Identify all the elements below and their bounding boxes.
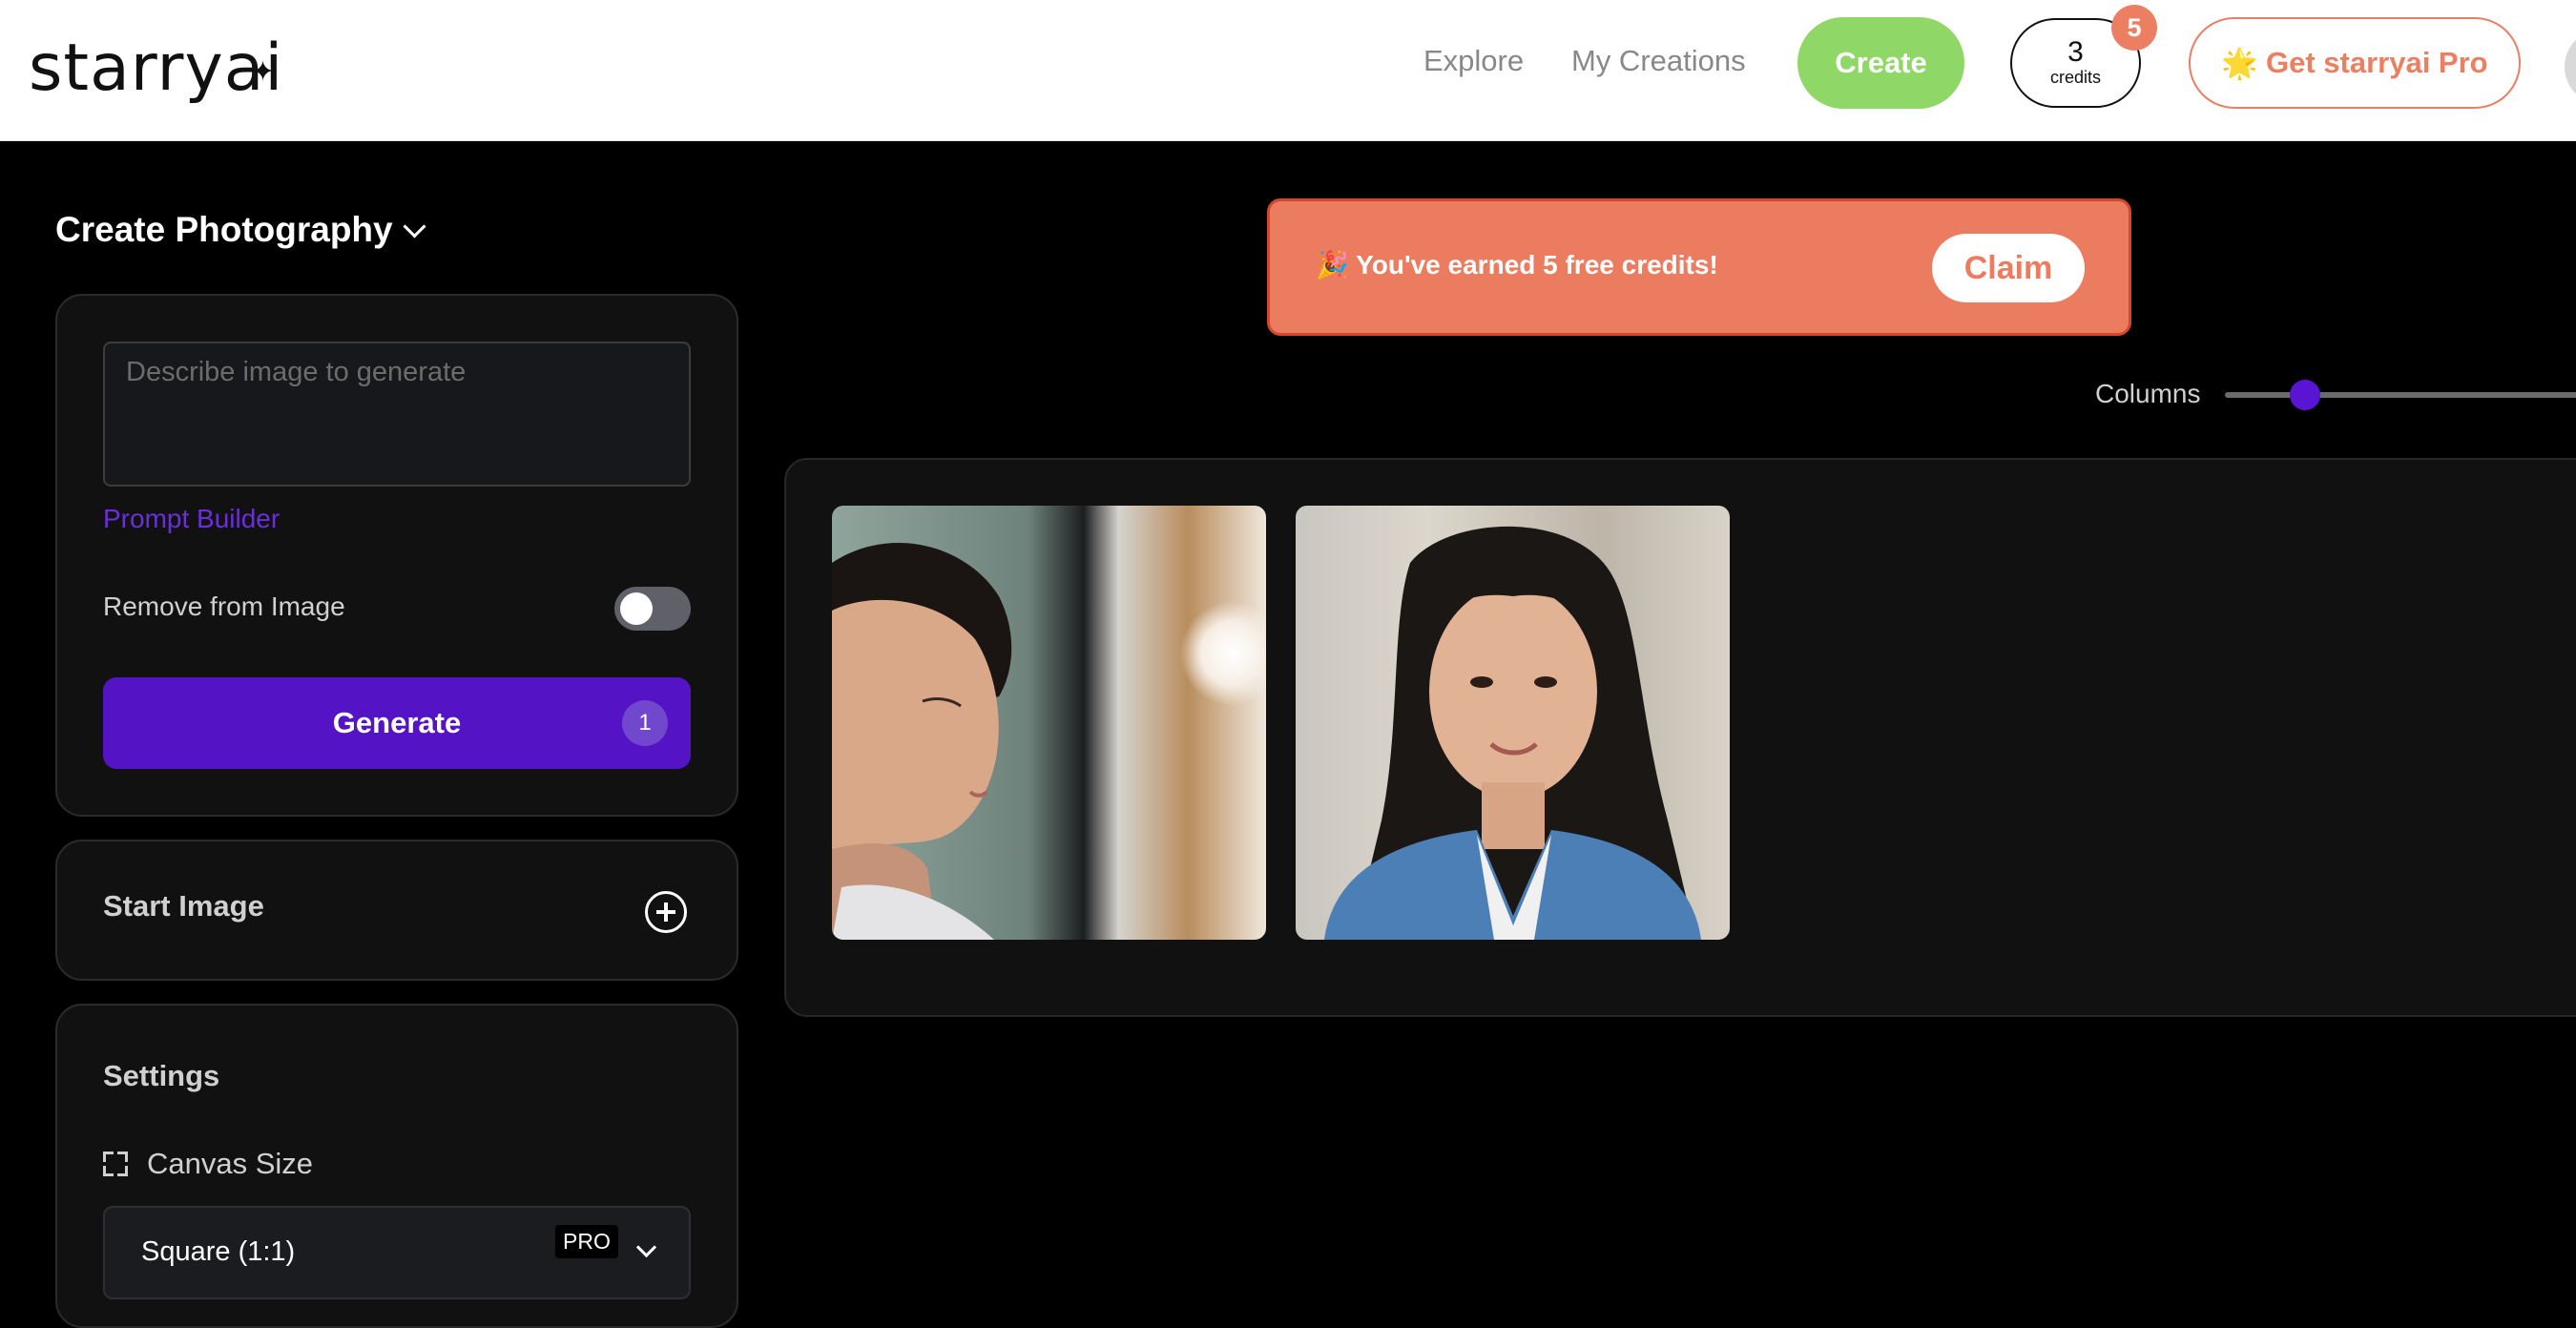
expand-icon [103, 1152, 128, 1176]
sparkle-icon: ✦ [251, 56, 276, 88]
avatar[interactable] [2565, 29, 2576, 105]
credits-badge: 5 [2111, 5, 2157, 51]
canvas-size-select[interactable]: Square (1:1) PRO [103, 1206, 691, 1299]
gallery-image-portrait-profile[interactable] [832, 506, 1266, 940]
chevron-down-icon [403, 214, 426, 239]
add-circle-icon[interactable] [645, 891, 687, 933]
credits-label: credits [2049, 68, 2101, 87]
toggle-knob [620, 592, 653, 625]
generate-count-badge: 1 [622, 700, 668, 746]
star-icon: 🌟 [2221, 46, 2258, 80]
create-button[interactable]: Create [1797, 17, 1964, 109]
start-image-label: Start Image [103, 889, 264, 923]
banner-message: 🎉 You've earned 5 free credits! [1316, 250, 1718, 280]
columns-label: Columns [2095, 379, 2201, 408]
get-pro-label: Get starryai Pro [2266, 46, 2488, 79]
gallery-image-portrait-smiling[interactable] [1296, 506, 1730, 940]
settings-card: Settings Canvas Size Square (1:1) PRO [55, 1004, 738, 1328]
canvas-size-value: Square (1:1) [141, 1236, 296, 1267]
columns-slider-track[interactable] [2225, 392, 2576, 398]
canvas-size-label: Canvas Size [147, 1147, 314, 1180]
chevron-down-icon [635, 1236, 657, 1258]
nav-explore-link[interactable]: Explore [1423, 42, 1524, 80]
top-navbar: starryai ✦ Explore My Creations Create 3… [0, 0, 2576, 141]
prompt-card: Describe image to generate Prompt Builde… [55, 294, 738, 817]
generate-label: Generate [332, 706, 462, 739]
nav-my-creations-link[interactable]: My Creations [1571, 42, 1746, 80]
settings-title: Settings [103, 1059, 220, 1092]
mode-title: Create Photography [55, 210, 393, 249]
free-credits-banner: 🎉 You've earned 5 free credits! Claim [1267, 198, 2131, 336]
start-image-card[interactable]: Start Image [55, 840, 738, 981]
generate-button[interactable]: Generate 1 [103, 677, 691, 769]
canvas-size-row: Canvas Size [103, 1147, 313, 1181]
mode-selector[interactable]: Create Photography [55, 206, 426, 254]
portrait-smiling-image [1296, 506, 1730, 940]
portrait-profile-image [832, 506, 1266, 940]
pro-tag: PRO [555, 1225, 618, 1258]
prompt-builder-link[interactable]: Prompt Builder [103, 504, 280, 534]
get-pro-button[interactable]: 🌟 Get starryai Pro [2189, 17, 2521, 109]
claim-button[interactable]: Claim [1932, 234, 2085, 302]
remove-from-image-toggle[interactable] [614, 587, 691, 631]
columns-slider-handle[interactable] [2290, 380, 2320, 410]
prompt-input[interactable]: Describe image to generate [103, 342, 691, 487]
remove-from-image-label: Remove from Image [103, 591, 345, 621]
image-gallery [784, 458, 2576, 1017]
starryai-logo[interactable]: starryai [29, 31, 283, 107]
